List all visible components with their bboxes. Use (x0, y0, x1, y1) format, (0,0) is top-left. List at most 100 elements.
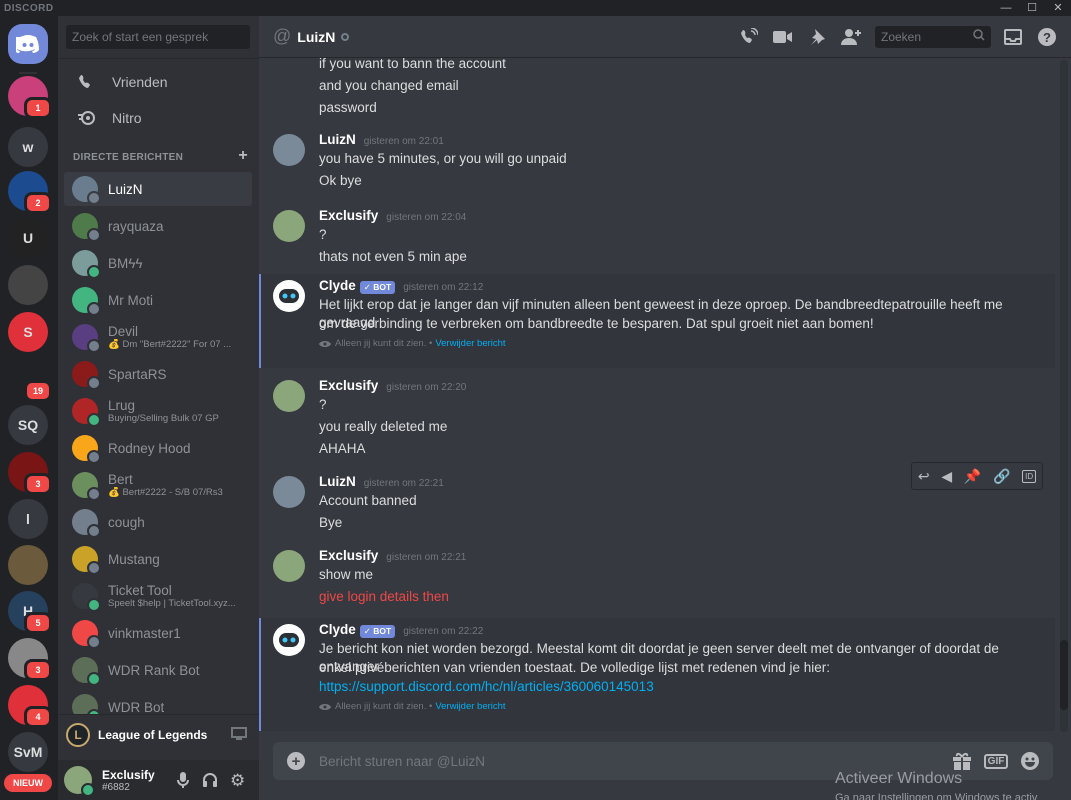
exclusify-avatar[interactable] (273, 380, 305, 412)
mic-icon[interactable] (176, 772, 190, 791)
ephemeral-text: Alleen jij kunt dit zien. • (335, 338, 433, 349)
delete-message-link[interactable]: Verwijder bericht (435, 338, 505, 349)
pin-message-icon[interactable]: 📌 (964, 468, 981, 485)
server-svm-icon[interactable]: SvM (8, 732, 48, 772)
message-timestamp: gisteren om 22:22 (403, 626, 484, 637)
user-avatar[interactable] (64, 766, 95, 797)
dm-item[interactable]: Ticket Tool Speelt $help | TicketTool.xyz… (64, 579, 252, 613)
add-friend-icon[interactable] (839, 25, 863, 49)
exclusify-avatar[interactable] (273, 550, 305, 582)
dm-item[interactable]: SpartaRS (64, 357, 252, 391)
dm-name: Mustang (108, 551, 160, 567)
app-brand: DISCORD (4, 2, 54, 14)
author-name[interactable]: Exclusify (319, 548, 378, 563)
dm-item[interactable]: Mr Moti (64, 283, 252, 317)
friends-nav[interactable]: Vrienden (66, 65, 252, 99)
pin-icon[interactable] (805, 25, 829, 49)
support-link[interactable]: https://support.discord.com/hc/nl/articl… (319, 678, 654, 696)
inbox-icon[interactable] (1001, 25, 1025, 49)
scrollbar-thumb[interactable] (1060, 640, 1068, 710)
server-bad-service-icon[interactable]: 2 (8, 171, 52, 214)
copy-id-icon[interactable]: ID (1022, 469, 1037, 483)
dm-text: vinkmaster1 (108, 626, 181, 641)
megaphone-icon[interactable]: ◀ (941, 468, 952, 485)
dm-item[interactable]: cough (64, 505, 252, 539)
author-name[interactable]: Clyde (319, 622, 356, 637)
dm-item[interactable]: Lrug Buying/Selling Bulk 07 GP (64, 394, 252, 428)
emoji-icon[interactable] (1019, 750, 1041, 772)
discord-home-icon[interactable] (8, 24, 48, 64)
author-name[interactable]: LuizN (319, 474, 356, 489)
upload-plus-icon[interactable]: + (287, 752, 305, 770)
server-mask-icon[interactable]: 3 (8, 638, 52, 681)
close-button[interactable]: ✕ (1045, 0, 1071, 16)
author-name[interactable]: Exclusify (319, 208, 378, 223)
server-19-icon[interactable]: 19 (8, 359, 52, 402)
luizn-avatar[interactable] (273, 134, 305, 166)
dm-avatar (72, 620, 101, 649)
new-badge[interactable]: NIEUW (4, 774, 52, 792)
author-name[interactable]: LuizN (319, 132, 356, 147)
server-h-icon[interactable]: H5 (8, 591, 52, 634)
settings-gear-icon[interactable]: ⚙ (230, 771, 245, 791)
message-input[interactable]: Bericht sturen naar @LuizN (319, 754, 485, 769)
server-bull-icon[interactable] (8, 265, 48, 305)
dm-item[interactable]: LuizN (64, 172, 252, 206)
server-monkey-icon[interactable] (8, 545, 48, 585)
dm-item[interactable]: Devil 💰 Dm "Bert#2222" For 07 ... (64, 320, 252, 354)
server-red-icon[interactable]: 4 (8, 685, 52, 728)
scrollbar-track[interactable] (1060, 60, 1068, 732)
dm-item[interactable]: Rodney Hood (64, 431, 252, 465)
dm-avatar (72, 213, 101, 242)
dm-text: rayquaza (108, 219, 164, 234)
header-search-input[interactable]: Zoeken (875, 26, 991, 48)
message-header: LuizN gisteren om 22:01 (319, 132, 444, 147)
server-w-icon[interactable]: w (8, 127, 48, 167)
dm-item[interactable]: Mustang (64, 542, 252, 576)
server-u-icon[interactable]: U (8, 218, 48, 258)
maximize-button[interactable]: ☐ (1019, 0, 1045, 16)
server-anime-icon[interactable]: 1 (8, 76, 52, 119)
dm-name: Rodney Hood (108, 440, 191, 456)
gift-icon[interactable] (951, 750, 973, 772)
dm-item[interactable]: WDR Rank Bot (64, 653, 252, 687)
luizn-avatar[interactable] (273, 476, 305, 508)
clyde-avatar[interactable] (273, 280, 305, 312)
message-line: you really deleted me (319, 419, 448, 434)
reply-icon[interactable]: ↩ (918, 468, 930, 485)
dm-name: WDR Rank Bot (108, 662, 200, 678)
status-indicator (87, 672, 101, 686)
headphones-icon[interactable] (202, 772, 218, 791)
clyde-avatar[interactable] (273, 624, 305, 656)
mention-badge: 4 (24, 706, 52, 728)
dm-item[interactable]: BMϟϟ (64, 246, 252, 280)
server-sq-icon[interactable]: SQ (8, 405, 48, 445)
dm-item[interactable]: vinkmaster1 (64, 616, 252, 650)
author-name[interactable]: Clyde (319, 278, 356, 293)
dm-sidebar: Zoek of start een gesprek Vrienden Nitro… (58, 16, 259, 800)
server-l-icon[interactable]: l (8, 499, 48, 539)
server-antewede-icon[interactable]: 3 (8, 452, 52, 495)
author-name[interactable]: Exclusify (319, 378, 378, 393)
mention-badge: 3 (24, 473, 52, 495)
dm-search-input[interactable]: Zoek of start een gesprek (66, 25, 250, 49)
video-call-icon[interactable] (771, 25, 795, 49)
voice-call-icon[interactable] (737, 25, 761, 49)
dm-item[interactable]: rayquaza (64, 209, 252, 243)
chat-area: @ LuizN Zoeken ? if you want to bann the… (259, 16, 1071, 800)
help-icon[interactable]: ? (1035, 25, 1059, 49)
nitro-nav[interactable]: Nitro (66, 101, 252, 135)
delete-message-link[interactable]: Verwijder bericht (435, 701, 505, 712)
create-dm-icon[interactable]: + (238, 147, 248, 165)
message-line: ? (319, 397, 327, 412)
server-s-icon[interactable]: S (8, 312, 48, 352)
monitor-icon[interactable] (231, 727, 247, 744)
exclusify-avatar[interactable] (273, 210, 305, 242)
copy-link-icon[interactable]: 🔗 (993, 468, 1010, 485)
minimize-button[interactable]: — (993, 0, 1019, 16)
dm-item[interactable]: Bert 💰 Bert#2222 - S/B 07/Rs3 (64, 468, 252, 502)
gif-button[interactable]: GIF (983, 750, 1009, 772)
status-indicator (87, 635, 101, 649)
dm-text: BMϟϟ (108, 256, 143, 271)
status-indicator (87, 191, 101, 205)
